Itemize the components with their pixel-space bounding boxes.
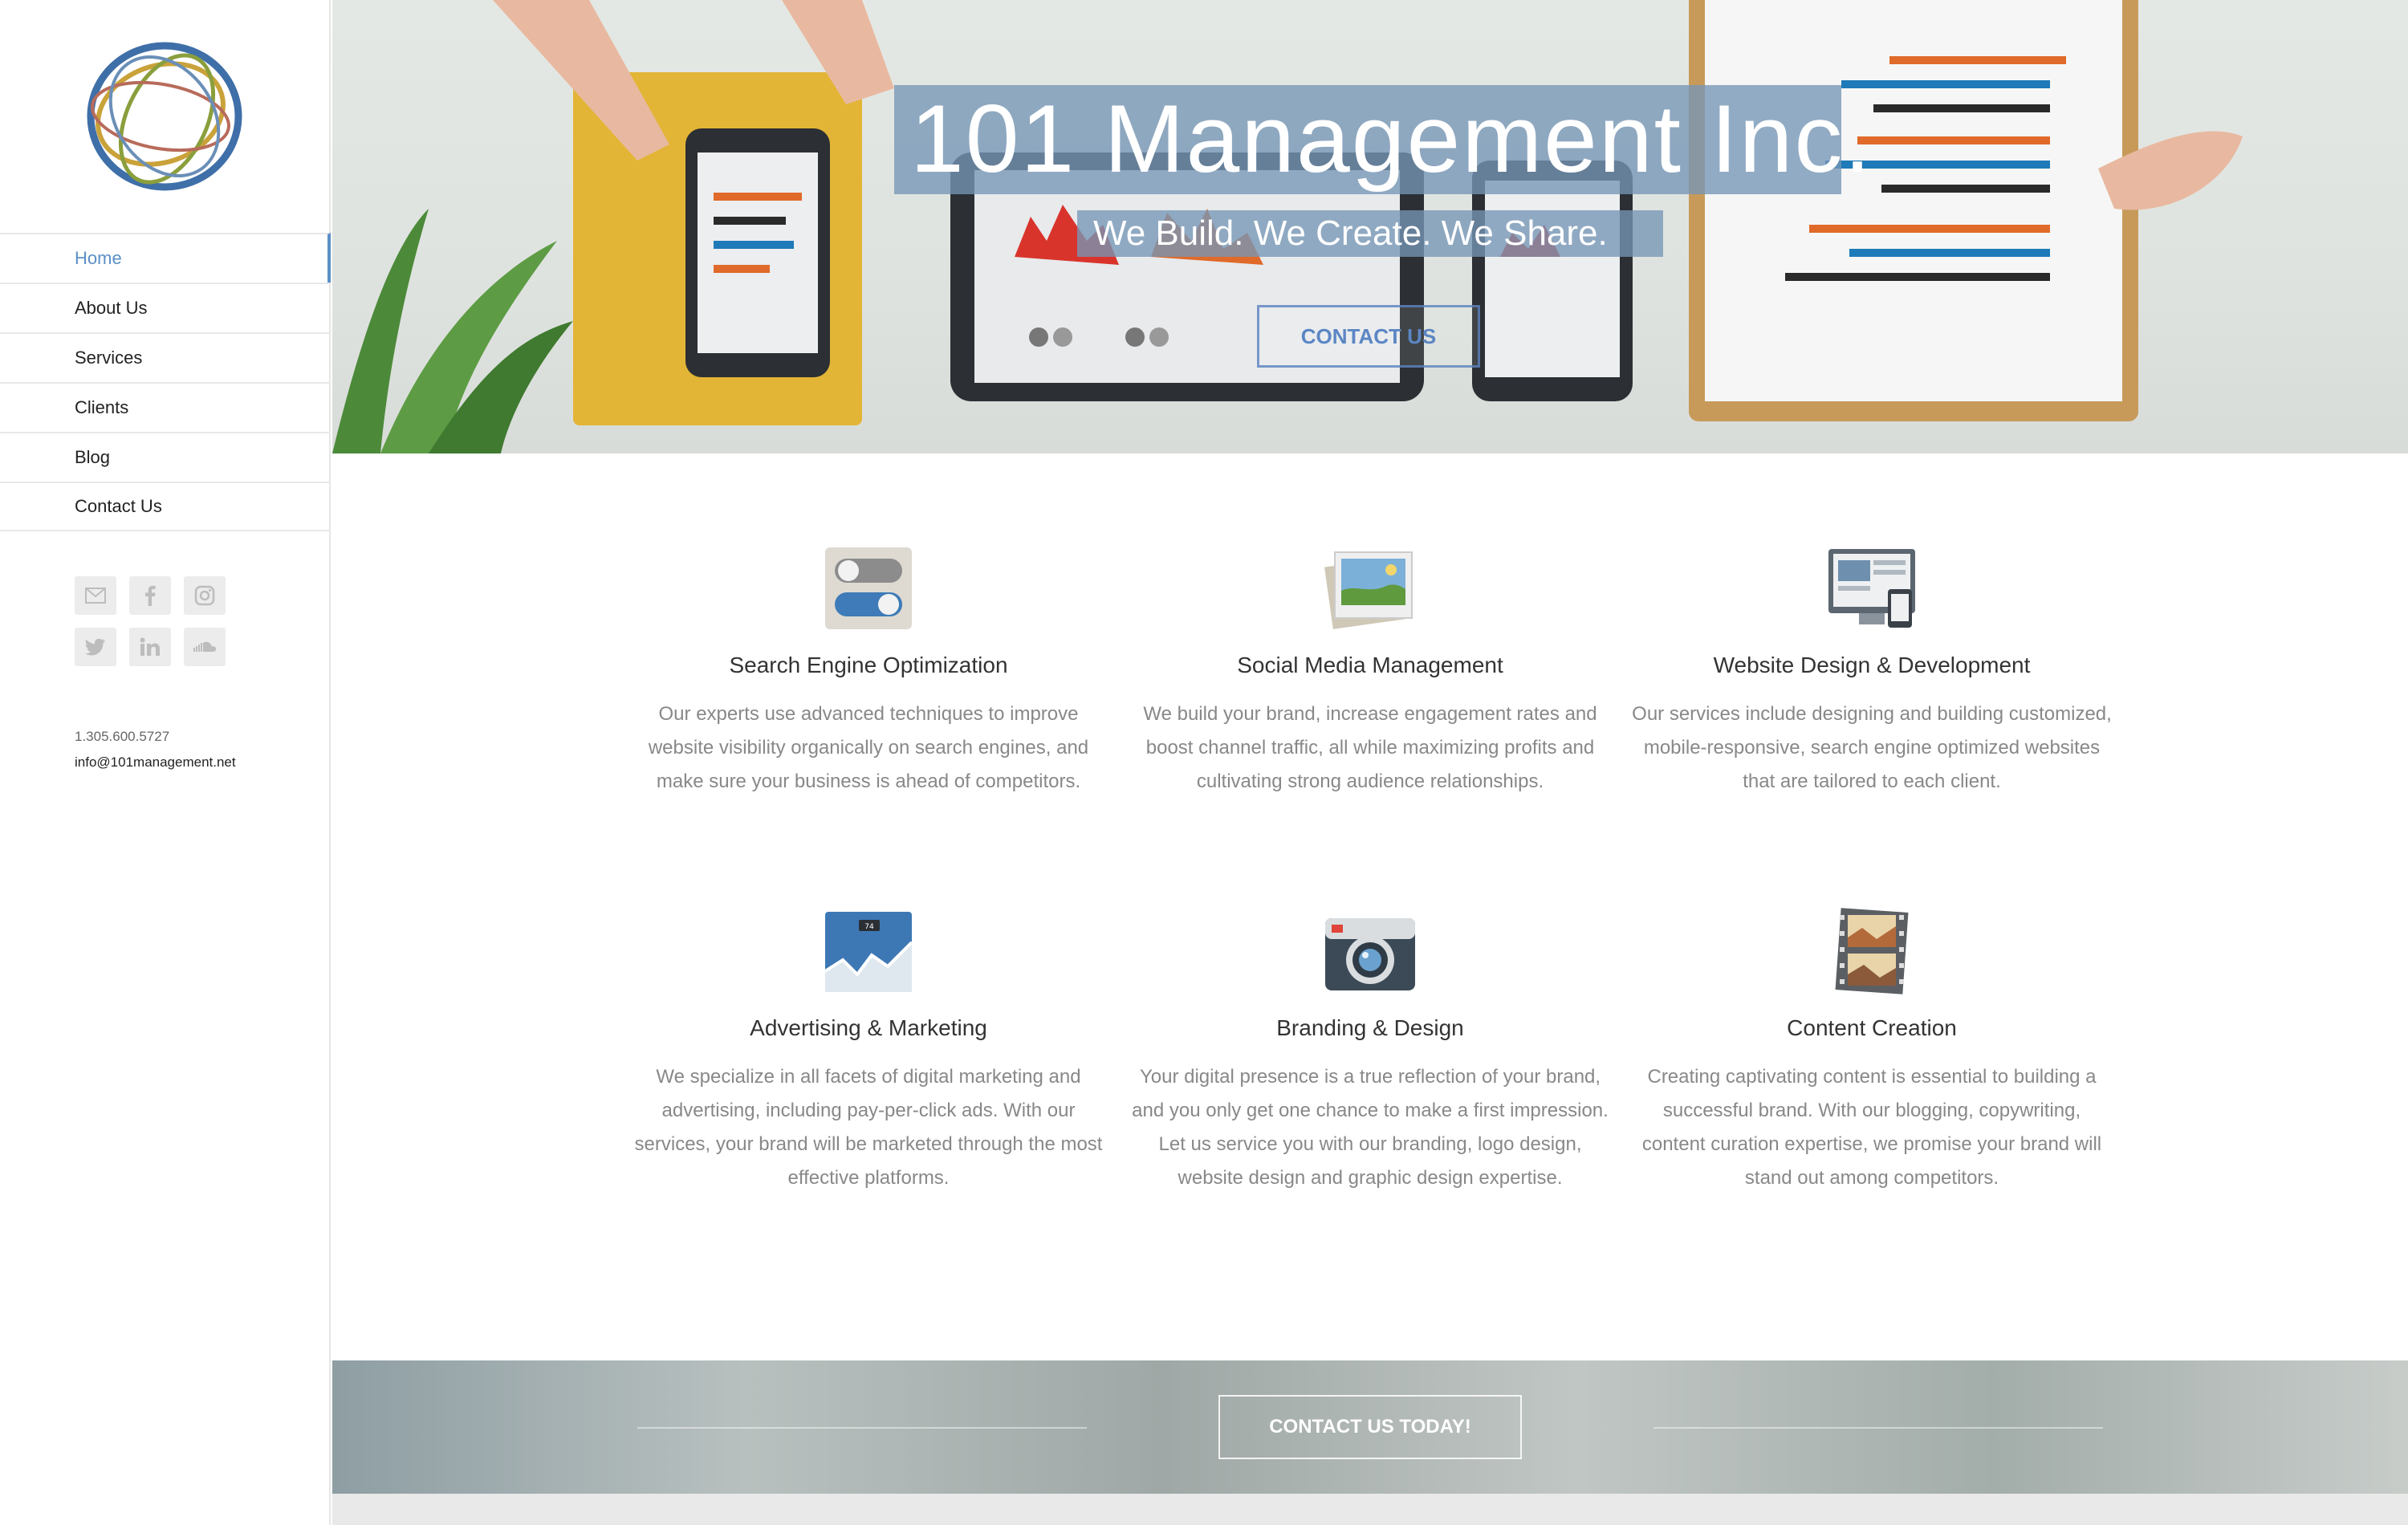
service-title: Advertising & Marketing (750, 1015, 987, 1040)
instagram-icon[interactable] (184, 576, 226, 615)
service-title: Social Media Management (1237, 653, 1503, 677)
service-title: Branding & Design (1276, 1015, 1464, 1040)
nav-item-services[interactable]: Services (0, 332, 331, 382)
service-title: Website Design & Development (1713, 653, 2031, 677)
film-strip-icon (1835, 908, 1909, 994)
linkedin-icon[interactable] (129, 628, 171, 666)
mail-icon[interactable] (75, 576, 116, 615)
twitter-icon[interactable] (75, 628, 116, 666)
phone-number: 1.305.600.5727 (75, 729, 170, 744)
sidebar: Home About Us Services Clients Blog Cont… (0, 0, 331, 1525)
service-seo: Search Engine Optimization Our experts u… (628, 544, 1109, 799)
service-title: Content Creation (1787, 1015, 1957, 1040)
toggle-switches-icon (825, 547, 912, 629)
service-description: We build your brand, increase engagement… (1143, 703, 1597, 792)
service-advertising: 74 Advertising & Marketing We specialize… (628, 907, 1109, 1195)
service-description: Your digital presence is a true reflecti… (1132, 1066, 1609, 1189)
devices-icon (1828, 549, 1915, 628)
nav-item-home[interactable]: Home (0, 233, 331, 283)
service-title: Search Engine Optimization (729, 653, 1008, 677)
cta-divider-right (1653, 1427, 2103, 1429)
service-description: We specialize in all facets of digital m… (634, 1066, 1103, 1189)
facebook-icon[interactable] (129, 576, 171, 615)
nav-item-clients[interactable]: Clients (0, 382, 331, 432)
nav-item-contact-us[interactable]: Contact Us (0, 482, 331, 531)
service-description: Creating captivating content is essentia… (1641, 1066, 2102, 1189)
social-links (75, 576, 235, 666)
hero-banner: 101 Management Inc. We Build. We Create.… (332, 0, 2408, 453)
photos-icon (1324, 551, 1413, 629)
service-content-creation: Content Creation Creating captivating co… (1631, 907, 2113, 1195)
company-logo[interactable] (80, 40, 249, 193)
contact-us-today-button[interactable]: CONTACT US TODAY! (1218, 1395, 1522, 1459)
soundcloud-icon[interactable] (184, 628, 226, 666)
hero-contact-button[interactable]: CONTACT US (1257, 305, 1480, 368)
service-social-media: Social Media Management We build your br… (1129, 544, 1611, 799)
hero-subtitle: We Build. We Create. We Share. (1093, 214, 1608, 253)
main-nav: Home About Us Services Clients Blog Cont… (0, 233, 331, 531)
services-section: Search Engine Optimization Our experts u… (332, 482, 2408, 1364)
nav-item-blog[interactable]: Blog (0, 432, 331, 482)
svg-text:74: 74 (864, 923, 874, 931)
service-description: Our experts use advanced techniques to i… (648, 703, 1089, 792)
service-description: Our services include designing and build… (1632, 703, 2112, 792)
cta-divider-left (637, 1427, 1087, 1429)
line-chart-icon: 74 (824, 912, 913, 992)
service-branding: Branding & Design Your digital presence … (1129, 907, 1611, 1195)
email-address[interactable]: info@101management.net (75, 750, 236, 775)
nav-item-about-us[interactable]: About Us (0, 283, 331, 332)
contact-info: 1.305.600.5727 info@101management.net (75, 724, 236, 775)
service-web-design: Website Design & Development Our service… (1631, 544, 2113, 799)
camera-icon (1325, 918, 1415, 990)
cta-band: CONTACT US TODAY! (332, 1360, 2408, 1494)
hero-title: 101 Management Inc. (910, 85, 1873, 193)
footer-strip (332, 1494, 2408, 1525)
